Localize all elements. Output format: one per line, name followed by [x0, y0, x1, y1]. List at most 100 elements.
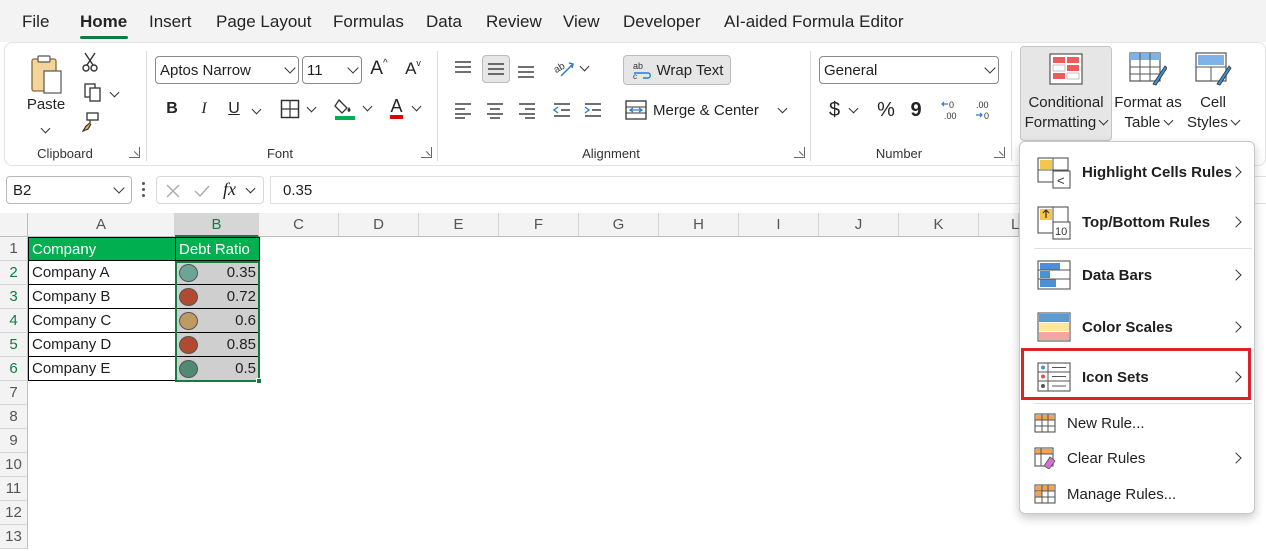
number-launcher[interactable] [994, 147, 1005, 158]
column-header[interactable]: A [28, 213, 175, 237]
menu-item-data-bars[interactable]: Data Bars [1020, 250, 1256, 300]
row-header[interactable]: 1 [0, 237, 28, 261]
menu-item-new-rule[interactable]: New Rule... [1020, 406, 1256, 440]
paste-dropdown[interactable] [40, 119, 51, 135]
row-header[interactable]: 3 [0, 285, 28, 309]
decrease-decimal-button[interactable]: .00 0 [971, 97, 997, 123]
fill-handle[interactable] [256, 378, 262, 384]
ratio-cell[interactable]: 0.85 [175, 332, 260, 357]
row-header[interactable]: 8 [0, 405, 28, 429]
row-header[interactable]: 11 [0, 477, 28, 501]
column-header[interactable]: C [259, 213, 339, 237]
increase-decimal-button[interactable]: 0.00 [939, 97, 965, 123]
tab-page-layout[interactable]: Page Layout [216, 12, 311, 32]
select-all-corner[interactable] [0, 213, 28, 237]
row-header[interactable]: 12 [0, 501, 28, 525]
column-header[interactable]: L [979, 213, 1019, 237]
row-header[interactable]: 2 [0, 261, 28, 285]
wrap-text-button[interactable]: ab c Wrap Text [623, 55, 731, 85]
copy-button[interactable] [79, 81, 121, 103]
column-header[interactable]: E [419, 213, 499, 237]
row-header[interactable]: 7 [0, 381, 28, 405]
align-right-button[interactable] [515, 98, 539, 122]
column-header[interactable]: D [339, 213, 419, 237]
align-center-button[interactable] [483, 98, 507, 122]
column-header[interactable]: H [659, 213, 739, 237]
formula-bar-grip[interactable] [142, 182, 146, 198]
fill-color-button[interactable] [330, 95, 374, 121]
clipboard-launcher[interactable] [129, 147, 140, 158]
tab-review[interactable]: Review [486, 12, 542, 32]
menu-item-highlight-cells-rules[interactable]: < Highlight Cells Rules [1020, 148, 1256, 196]
row-header[interactable]: 13 [0, 525, 28, 549]
column-header[interactable]: F [499, 213, 579, 237]
company-cell[interactable]: Company D [28, 332, 176, 357]
column-header[interactable]: I [739, 213, 819, 237]
menu-item-top-bottom-rules[interactable]: 10 Top/Bottom Rules [1020, 198, 1256, 246]
cell-styles-button[interactable] [1191, 49, 1237, 89]
row-header[interactable]: 4 [0, 309, 28, 333]
column-header[interactable]: K [899, 213, 979, 237]
decrease-indent-button[interactable] [550, 98, 574, 122]
bold-button[interactable]: B [161, 97, 183, 121]
header-cell-company[interactable]: Company [28, 237, 176, 261]
merge-center-button[interactable]: Merge & Center [625, 97, 797, 123]
tab-view[interactable]: View [563, 12, 600, 32]
align-middle-button[interactable] [482, 55, 510, 83]
align-left-button[interactable] [451, 98, 475, 122]
tab-ai-formula-editor[interactable]: AI-aided Formula Editor [724, 12, 904, 32]
enter-icon[interactable] [193, 183, 211, 199]
increase-font-button[interactable]: A ^ [367, 57, 391, 81]
ratio-cell[interactable]: 0.6 [175, 308, 260, 333]
company-cell[interactable]: Company A [28, 260, 176, 285]
tab-formulas[interactable]: Formulas [333, 12, 404, 32]
tab-insert[interactable]: Insert [149, 12, 192, 32]
row-header[interactable]: 5 [0, 333, 28, 357]
increase-indent-button[interactable] [581, 98, 605, 122]
row-header[interactable]: 6 [0, 357, 28, 381]
font-size-select[interactable]: 11 [302, 56, 362, 84]
ratio-cell[interactable]: 0.72 [175, 284, 260, 309]
number-format-select[interactable]: General [819, 56, 999, 84]
tab-developer[interactable]: Developer [623, 12, 701, 32]
chevron-down-icon[interactable] [245, 183, 256, 194]
ratio-cell[interactable]: 0.5 [175, 356, 260, 381]
menu-item-color-scales[interactable]: Color Scales [1020, 302, 1256, 352]
tab-home[interactable]: Home [80, 12, 127, 32]
paste-button[interactable] [25, 51, 67, 99]
underline-button[interactable]: U [223, 97, 245, 121]
font-color-button[interactable]: A [383, 95, 427, 121]
italic-button[interactable]: I [193, 97, 215, 121]
alignment-launcher[interactable] [794, 147, 805, 158]
row-header[interactable]: 9 [0, 429, 28, 453]
insert-function-icon[interactable]: fx [223, 179, 236, 200]
font-family-select[interactable]: Aptos Narrow [155, 56, 299, 84]
ratio-cell[interactable]: 0.35 [175, 260, 260, 285]
align-top-button[interactable] [451, 56, 475, 80]
cancel-icon[interactable] [165, 183, 181, 199]
format-painter-button[interactable] [79, 111, 101, 133]
column-header[interactable]: B [175, 213, 259, 237]
percent-style-button[interactable]: % [873, 97, 899, 123]
header-cell-debt-ratio[interactable]: Debt Ratio [175, 237, 260, 261]
font-launcher[interactable] [421, 147, 432, 158]
name-box[interactable]: B2 [6, 176, 132, 204]
borders-button[interactable] [275, 97, 319, 121]
comma-style-button[interactable]: 9 [905, 97, 927, 123]
format-as-table-button[interactable] [1117, 49, 1179, 89]
column-header[interactable]: J [819, 213, 899, 237]
company-cell[interactable]: Company C [28, 308, 176, 333]
menu-item-clear-rules[interactable]: Clear Rules [1020, 441, 1256, 475]
conditional-formatting-button[interactable]: Conditional Formatting [1020, 46, 1112, 141]
column-header[interactable]: G [579, 213, 659, 237]
menu-item-manage-rules[interactable]: Manage Rules... [1020, 477, 1256, 511]
orientation-button[interactable]: ab [548, 56, 592, 80]
row-header[interactable]: 10 [0, 453, 28, 477]
accounting-format-button[interactable]: $ [823, 97, 863, 123]
tab-data[interactable]: Data [426, 12, 462, 32]
tab-file[interactable]: File [22, 12, 49, 32]
underline-dropdown[interactable] [249, 101, 263, 117]
decrease-font-button[interactable]: Av [401, 57, 425, 81]
company-cell[interactable]: Company B [28, 284, 176, 309]
cut-button[interactable] [79, 51, 101, 73]
